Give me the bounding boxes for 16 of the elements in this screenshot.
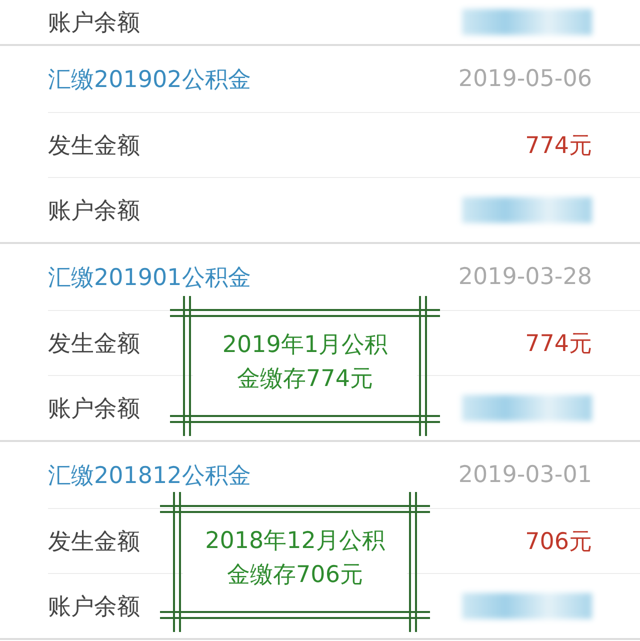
row-label: 发生金额 — [48, 132, 140, 160]
record-date: 2019-03-28 — [458, 264, 592, 290]
record-date: 2019-03-01 — [458, 462, 592, 488]
amount-value: 774元 — [525, 330, 592, 358]
row-label: 账户余额 — [48, 592, 140, 622]
record-title[interactable]: 汇缴201812公积金 — [48, 460, 251, 490]
row-label: 发生金额 — [48, 528, 140, 556]
row-label: 账户余额 — [48, 196, 140, 226]
amount-value: 774元 — [525, 132, 592, 160]
record-date: 2019-05-06 — [458, 66, 592, 92]
record-title[interactable]: 汇缴201902公积金 — [48, 64, 251, 94]
row-label: 账户余额 — [48, 8, 140, 38]
record-title[interactable]: 汇缴201901公积金 — [48, 262, 251, 292]
row-label: 发生金额 — [48, 330, 140, 358]
amount-value: 706元 — [525, 528, 592, 556]
row-label: 账户余额 — [48, 394, 140, 424]
